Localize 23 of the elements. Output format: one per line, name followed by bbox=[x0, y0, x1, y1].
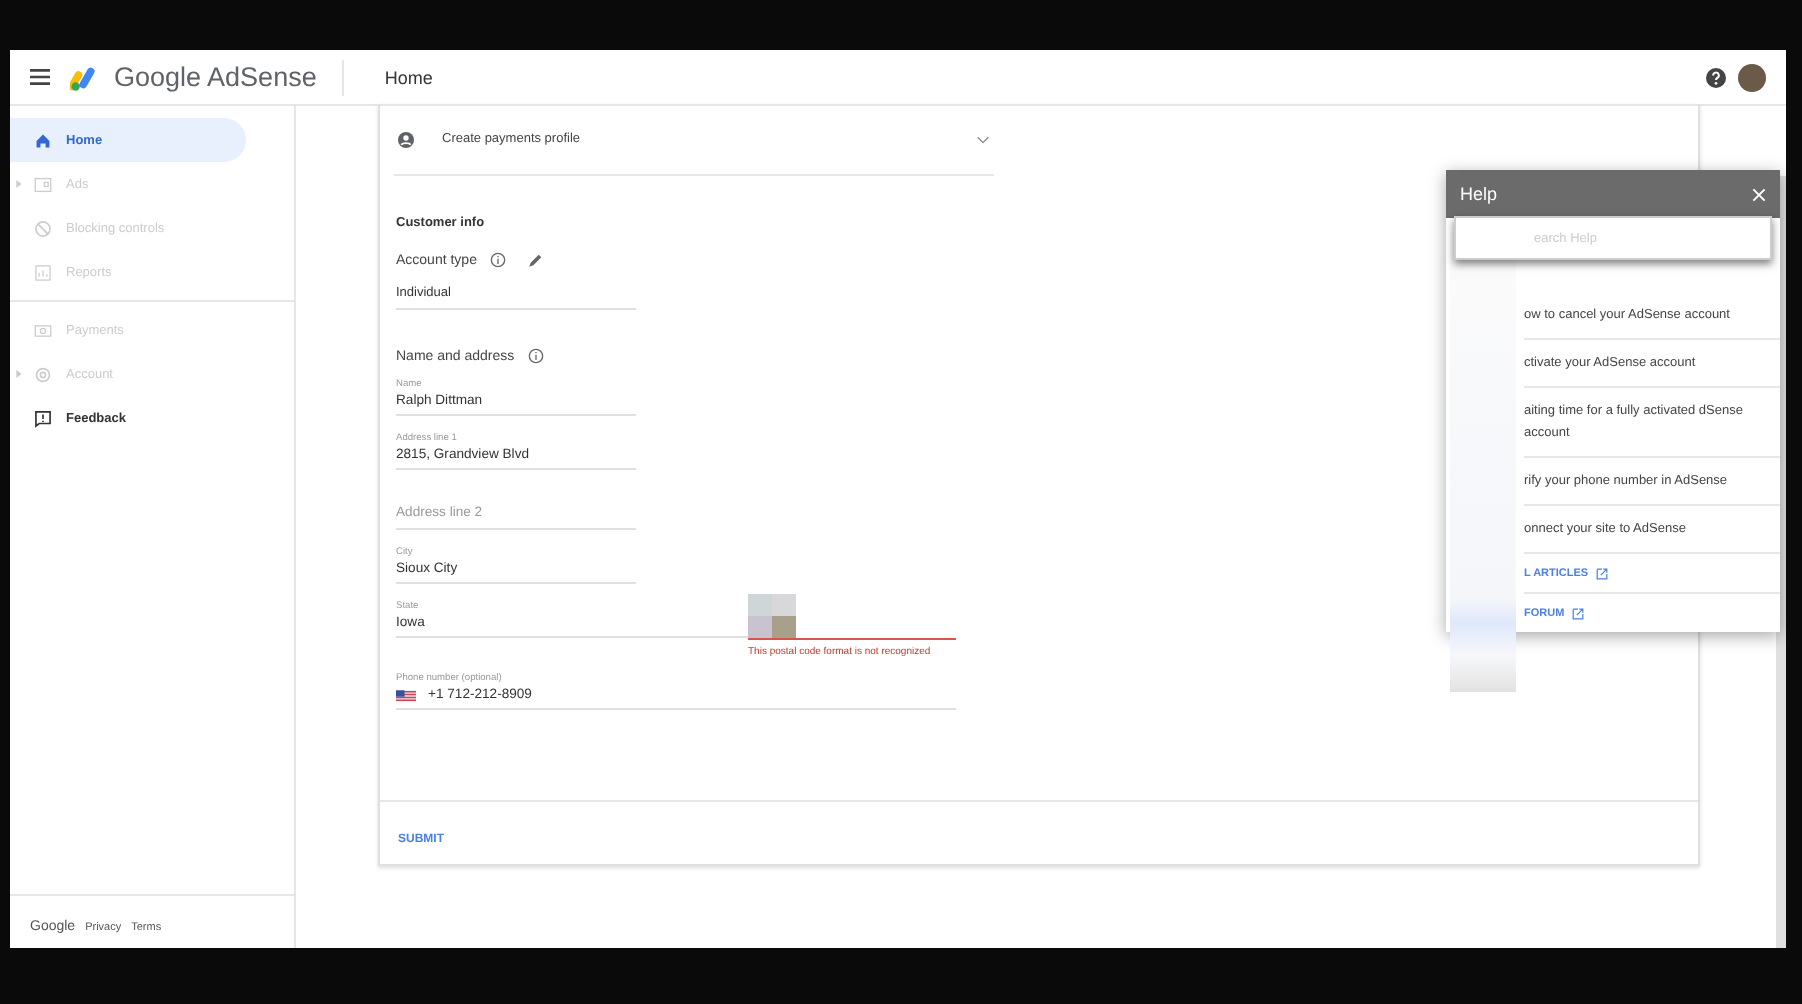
menu-icon[interactable] bbox=[30, 68, 50, 86]
account-circle-icon bbox=[398, 131, 414, 147]
ad-frame-icon bbox=[34, 175, 52, 193]
panel-title: Help bbox=[1460, 184, 1498, 204]
feedback-icon bbox=[34, 409, 52, 427]
info-icon[interactable] bbox=[490, 252, 507, 268]
chart-icon bbox=[34, 263, 52, 281]
money-icon bbox=[34, 321, 52, 339]
gear-icon bbox=[34, 365, 52, 383]
close-icon[interactable] bbox=[1752, 187, 1766, 201]
pixelated-postal-field[interactable] bbox=[748, 594, 956, 640]
product-name: Google AdSense bbox=[114, 62, 317, 92]
flag-icon bbox=[396, 689, 416, 701]
block-icon bbox=[34, 219, 52, 237]
external-link-icon[interactable] bbox=[1596, 567, 1609, 579]
home-icon bbox=[34, 131, 52, 149]
pencil-icon[interactable] bbox=[528, 252, 545, 268]
external-link-icon[interactable] bbox=[1572, 607, 1585, 619]
page-title: Home bbox=[384, 67, 433, 87]
info-icon[interactable] bbox=[528, 348, 545, 364]
avatar[interactable] bbox=[1738, 63, 1766, 91]
chevron-down-icon[interactable] bbox=[976, 135, 990, 143]
help-icon[interactable] bbox=[1706, 67, 1726, 87]
